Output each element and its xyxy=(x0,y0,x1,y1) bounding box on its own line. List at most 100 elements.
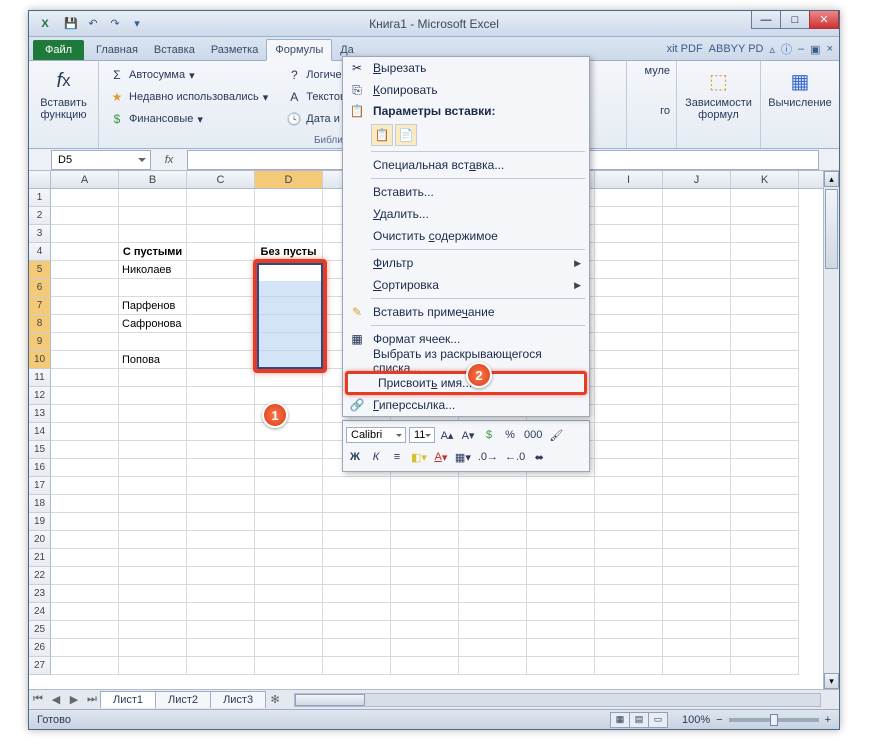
cell-C12[interactable] xyxy=(187,387,255,405)
zoom-in-icon[interactable]: + xyxy=(825,714,831,726)
cell-J19[interactable] xyxy=(663,513,731,531)
cell-J17[interactable] xyxy=(663,477,731,495)
zoom-level[interactable]: 100% xyxy=(682,714,710,726)
cell-E21[interactable] xyxy=(323,549,391,567)
cell-A15[interactable] xyxy=(51,441,119,459)
qat-dropdown-icon[interactable]: ▾ xyxy=(127,14,147,34)
menu-hyperlink[interactable]: 🔗Гиперссылка... xyxy=(343,394,589,416)
tab-layout[interactable]: Разметка xyxy=(203,40,267,60)
save-icon[interactable]: 💾 xyxy=(61,14,81,34)
menu-pick-from-list[interactable]: Выбрать из раскрывающегося списка... xyxy=(343,350,589,372)
cell-C16[interactable] xyxy=(187,459,255,477)
cell-A6[interactable] xyxy=(51,279,119,297)
cell-J4[interactable] xyxy=(663,243,731,261)
row-header[interactable]: 12 xyxy=(29,387,51,405)
cell-I3[interactable] xyxy=(595,225,663,243)
cell-F27[interactable] xyxy=(391,657,459,675)
cell-A18[interactable] xyxy=(51,495,119,513)
tab-home[interactable]: Главная xyxy=(88,40,146,60)
cell-J9[interactable] xyxy=(663,333,731,351)
cell-E22[interactable] xyxy=(323,567,391,585)
cell-E18[interactable] xyxy=(323,495,391,513)
cell-C14[interactable] xyxy=(187,423,255,441)
cell-I24[interactable] xyxy=(595,603,663,621)
cell-J26[interactable] xyxy=(663,639,731,657)
cell-B18[interactable] xyxy=(119,495,187,513)
cell-J16[interactable] xyxy=(663,459,731,477)
normal-view-icon[interactable]: ▦ xyxy=(610,712,630,728)
cell-E17[interactable] xyxy=(323,477,391,495)
cell-J13[interactable] xyxy=(663,405,731,423)
cell-K2[interactable] xyxy=(731,207,799,225)
new-sheet-icon[interactable]: ✻ xyxy=(266,691,284,709)
cell-J12[interactable] xyxy=(663,387,731,405)
cell-B2[interactable] xyxy=(119,207,187,225)
cell-D25[interactable] xyxy=(255,621,323,639)
cell-B11[interactable] xyxy=(119,369,187,387)
help-icon[interactable]: ⓘ xyxy=(781,41,792,57)
cell-J1[interactable] xyxy=(663,189,731,207)
cell-A24[interactable] xyxy=(51,603,119,621)
row-header[interactable]: 10 xyxy=(29,351,51,369)
cell-H27[interactable] xyxy=(527,657,595,675)
cell-K14[interactable] xyxy=(731,423,799,441)
row-header[interactable]: 4 xyxy=(29,243,51,261)
cell-B12[interactable] xyxy=(119,387,187,405)
cell-B4[interactable]: С пустыми xyxy=(119,243,187,261)
menu-clear[interactable]: Очистить содержимое xyxy=(343,225,589,247)
next-sheet-icon[interactable]: ▶ xyxy=(65,691,83,709)
row-header[interactable]: 16 xyxy=(29,459,51,477)
cell-C7[interactable] xyxy=(187,297,255,315)
row-header[interactable]: 1 xyxy=(29,189,51,207)
cell-B21[interactable] xyxy=(119,549,187,567)
cell-B16[interactable] xyxy=(119,459,187,477)
ribbon-minimize-icon[interactable]: ▵ xyxy=(770,43,776,56)
cell-I22[interactable] xyxy=(595,567,663,585)
menu-insert[interactable]: Вставить... xyxy=(343,181,589,203)
cell-J14[interactable] xyxy=(663,423,731,441)
cell-C2[interactable] xyxy=(187,207,255,225)
cell-K4[interactable] xyxy=(731,243,799,261)
cell-A13[interactable] xyxy=(51,405,119,423)
cell-D23[interactable] xyxy=(255,585,323,603)
cell-C26[interactable] xyxy=(187,639,255,657)
cell-A17[interactable] xyxy=(51,477,119,495)
cell-K20[interactable] xyxy=(731,531,799,549)
cell-A2[interactable] xyxy=(51,207,119,225)
cell-C23[interactable] xyxy=(187,585,255,603)
cell-A19[interactable] xyxy=(51,513,119,531)
cell-J6[interactable] xyxy=(663,279,731,297)
cell-F22[interactable] xyxy=(391,567,459,585)
cell-D9[interactable] xyxy=(255,333,323,351)
cell-I10[interactable] xyxy=(595,351,663,369)
cell-A7[interactable] xyxy=(51,297,119,315)
cell-A10[interactable] xyxy=(51,351,119,369)
size-combo[interactable]: 11 xyxy=(409,427,435,443)
cell-C11[interactable] xyxy=(187,369,255,387)
cell-A3[interactable] xyxy=(51,225,119,243)
font-combo[interactable]: Calibri xyxy=(346,427,406,443)
increase-decimal-icon[interactable]: .0→ xyxy=(476,448,500,466)
decrease-decimal-icon[interactable]: ←.0 xyxy=(503,448,527,466)
mdi-restore-icon[interactable]: ▣ xyxy=(810,43,820,56)
cell-C8[interactable] xyxy=(187,315,255,333)
col-D[interactable]: D xyxy=(255,171,323,188)
cell-A22[interactable] xyxy=(51,567,119,585)
cell-C6[interactable] xyxy=(187,279,255,297)
cell-I27[interactable] xyxy=(595,657,663,675)
cell-D3[interactable] xyxy=(255,225,323,243)
tab-insert[interactable]: Вставка xyxy=(146,40,203,60)
cell-D7[interactable] xyxy=(255,297,323,315)
scroll-up-icon[interactable]: ▴ xyxy=(824,171,839,187)
cell-B8[interactable]: Сафронова xyxy=(119,315,187,333)
cell-B24[interactable] xyxy=(119,603,187,621)
format-painter-icon[interactable]: 🖌 xyxy=(547,426,565,444)
insert-function-button[interactable]: fx Вставить функцию xyxy=(35,65,92,123)
cell-B23[interactable] xyxy=(119,585,187,603)
cell-D8[interactable] xyxy=(255,315,323,333)
cell-A27[interactable] xyxy=(51,657,119,675)
cell-A1[interactable] xyxy=(51,189,119,207)
row-header[interactable]: 13 xyxy=(29,405,51,423)
comma-icon[interactable]: 000 xyxy=(522,426,544,444)
cell-D10[interactable] xyxy=(255,351,323,369)
